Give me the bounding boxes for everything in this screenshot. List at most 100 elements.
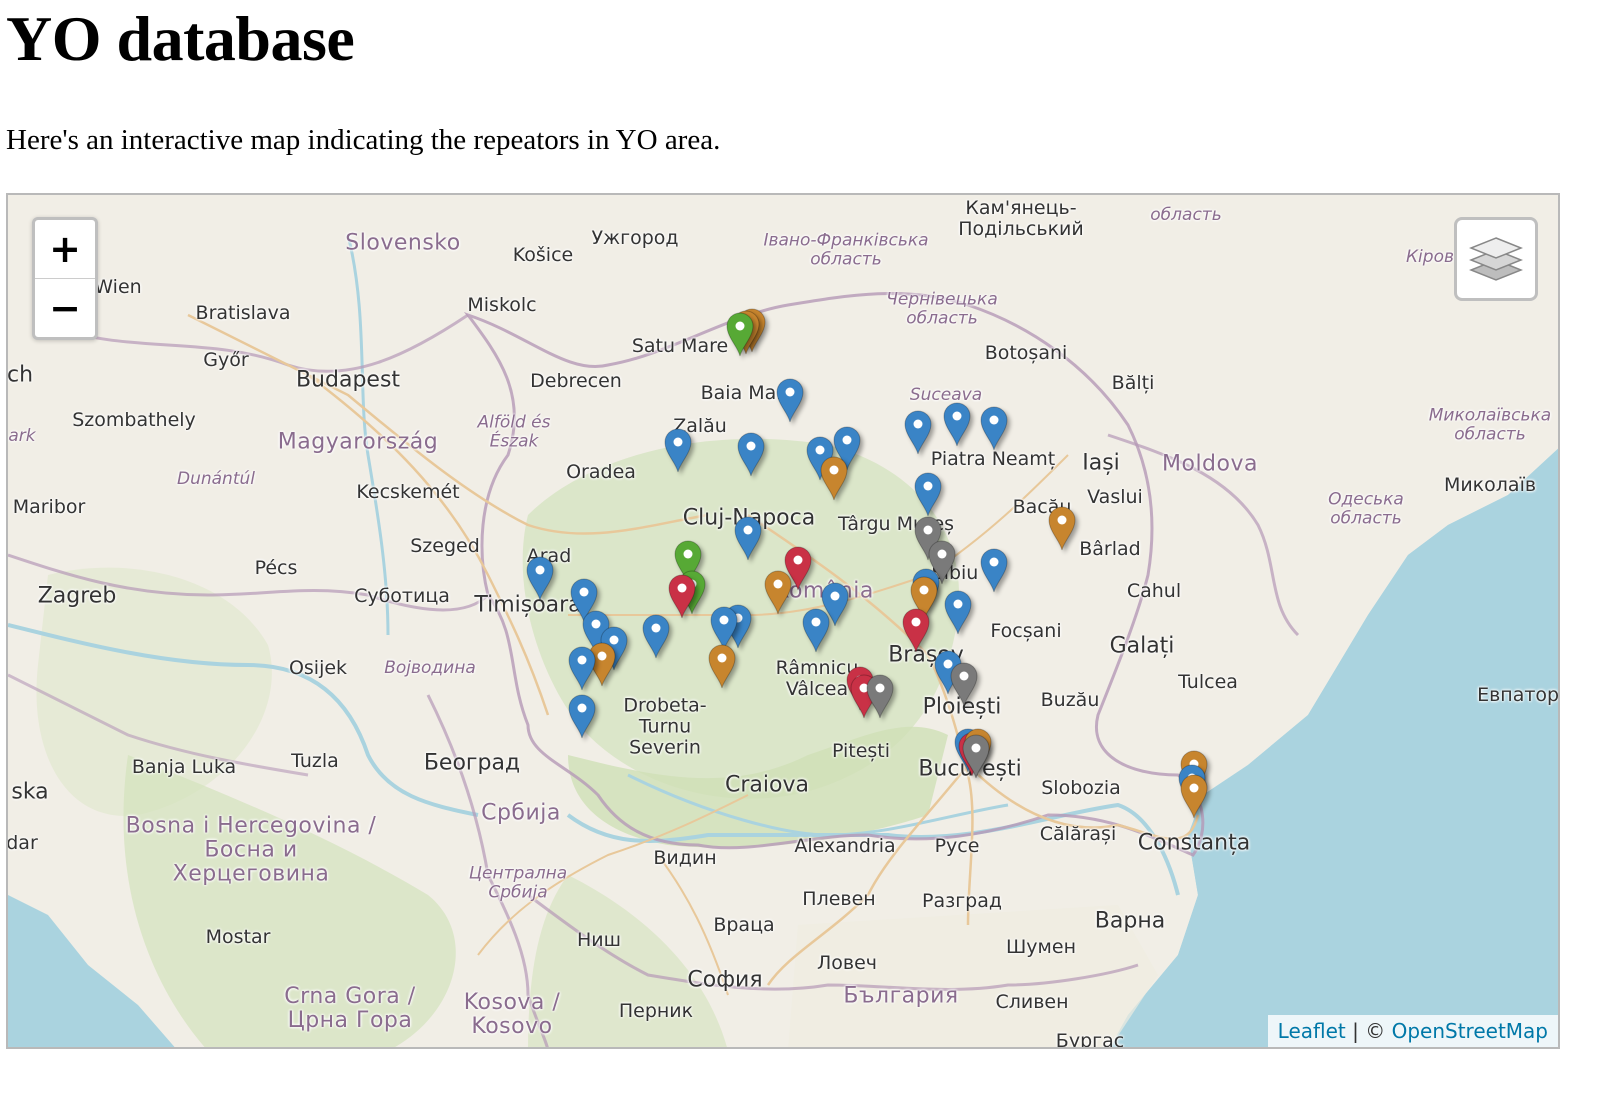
label-tulcea: Tulcea [1178,671,1238,693]
label-balti: Bălți [1111,372,1155,394]
repeater-marker[interactable] [663,427,693,473]
label-razgrad: Разград [921,890,1003,912]
label-lovech: Ловеч [816,952,878,974]
label-ska: ska [11,779,49,805]
repeater-marker[interactable] [775,377,805,423]
label-slovensko: Slovensko [345,230,461,256]
label-galati: Galați [1109,633,1175,659]
zoom-out-button[interactable]: − [35,278,95,337]
label-ruse: Русе [934,835,980,857]
label-pitesti: Pitești [831,740,891,762]
zoom-in-button[interactable]: + [35,220,95,278]
label-oradea: Oradea [566,461,636,483]
repeater-marker[interactable] [641,613,671,659]
layers-button[interactable] [1454,217,1538,301]
map-pin-icon [980,406,1008,451]
repeater-marker[interactable] [733,515,763,561]
map-pin-icon [776,378,804,423]
repeater-marker[interactable] [667,573,697,619]
label-kirov: Кіров [1405,247,1455,267]
label-ivano: Івано-Франківська область [763,230,929,269]
repeater-marker[interactable] [725,311,755,357]
label-odesa: Одеська область [1328,489,1404,528]
label-pernik: Перник [618,1000,694,1022]
label-dar: dar [6,832,38,854]
label-constanta: Constanța [1137,830,1251,856]
map-pin-icon [902,608,930,653]
label-szombathely: Szombathely [72,409,196,431]
leaflet-link[interactable]: Leaflet [1278,1019,1346,1043]
repeater-marker[interactable] [979,405,1009,451]
attribution-separator: | © [1345,1019,1392,1043]
label-piatra: Piatra Neamț [930,448,1056,470]
repeater-marker[interactable] [567,645,597,691]
repeater-marker[interactable] [1047,505,1077,551]
map-pin-icon [568,694,596,739]
label-alfold: Alföld és Észak [477,412,551,451]
label-vidin: Видин [653,847,717,869]
label-central-srb: Централна Србија [468,863,568,902]
label-sofia: София [687,967,763,993]
label-dunantul: Dunántúl [177,469,255,489]
label-bratislava: Bratislava [195,302,291,324]
label-tuzla: Tuzla [291,750,339,772]
label-crna-gora: Crna Gora / Црна Гора [284,983,416,1033]
repeater-marker[interactable] [801,607,831,653]
map-pin-icon [734,516,762,561]
label-banja: Banja Luka [131,756,237,778]
map-pin-icon [568,646,596,691]
repeater-marker[interactable] [865,673,895,719]
repeater-marker[interactable] [736,431,766,477]
label-kecskemet: Kecskemét [356,481,460,503]
repeater-marker[interactable] [901,607,931,653]
repeater-marker[interactable] [979,547,1009,593]
label-vratsa: Враца [713,914,775,936]
label-moldova: Moldova [1162,451,1258,477]
label-varna: Варна [1094,908,1166,934]
map-pin-icon [962,734,990,779]
map-pin-icon [1048,506,1076,551]
repeater-marker[interactable] [819,455,849,501]
map-pin-icon [980,548,1008,593]
repeater-marker[interactable] [707,643,737,689]
label-osijek: Osijek [288,657,348,679]
map-pin-icon [904,410,932,455]
map-pin-icon [950,662,978,707]
label-nis: Ниш [576,929,622,951]
label-debrecen: Debrecen [530,370,622,392]
repeater-marker[interactable] [913,471,943,517]
repeater-marker[interactable] [525,555,555,601]
label-wien: Wien [94,276,142,298]
osm-link[interactable]: OpenStreetMap [1392,1019,1548,1043]
label-zagreb: Zagreb [37,583,117,609]
label-alexandria: Alexandria [794,835,896,857]
map-pin-icon [668,574,696,619]
map-pin-icon [820,456,848,501]
repeater-marker[interactable] [961,733,991,779]
label-sliven: Сливен [995,991,1069,1013]
repeater-marker[interactable] [763,569,793,615]
repeater-marker[interactable] [942,401,972,447]
map-pin-icon [764,570,792,615]
label-barlad: Bârlad [1079,538,1141,560]
label-craiova: Craiova [725,772,809,798]
repeater-map[interactable]: Wien Bratislava Slovensko Košice Ужгород… [6,193,1560,1049]
label-vaslui: Vaslui [1087,486,1143,508]
label-pecs: Pécs [254,557,298,579]
label-ark: ark [8,426,36,446]
repeater-marker[interactable] [567,693,597,739]
label-botosani: Botoșani [984,342,1068,364]
layers-icon [1469,237,1523,281]
repeater-marker[interactable] [903,409,933,455]
repeater-marker[interactable] [1179,773,1209,819]
label-mykolaiv-obl: Миколаївська область [1428,405,1552,444]
intro-text: Here's an interactive map indicating the… [6,124,721,156]
label-calarasi: Călărași [1039,823,1117,845]
repeater-marker[interactable] [943,589,973,635]
label-kosice: Košice [512,244,574,266]
label-gyor: Győr [203,349,249,371]
label-evpatoria: Евпатория [1477,684,1560,706]
label-mostar: Mostar [205,926,271,948]
label-satu-mare: Satu Mare [631,335,729,357]
repeater-marker[interactable] [949,661,979,707]
